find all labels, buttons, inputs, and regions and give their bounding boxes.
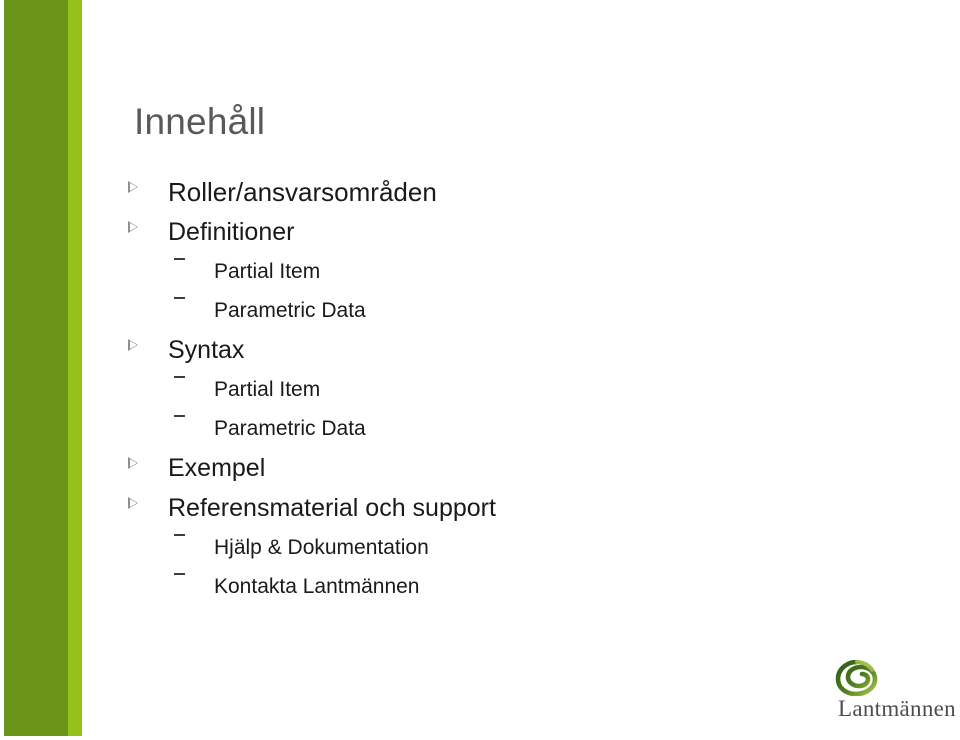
outline-item-level2: Partial Item <box>128 370 888 409</box>
outline-item-label: Parametric Data <box>214 417 366 440</box>
outline-item-label: Referensmaterial och support <box>168 494 496 522</box>
logo-wordmark: Lantmännen <box>838 696 956 721</box>
outline-item-level2: Kontakta Lantmännen <box>128 567 888 606</box>
outline-item-label: Hjälp & Dokumentation <box>214 536 429 559</box>
outline-item-label: Roller/ansvarsområden <box>168 177 437 207</box>
outline-item-label: Partial Item <box>214 378 321 401</box>
outline-item-level2: Partial Item <box>128 252 888 291</box>
slide-canvas: Innehåll Roller/ansvarsområden Definitio… <box>0 0 960 740</box>
triangle-outline-bullet-icon <box>128 448 168 469</box>
outline-item-label: Exempel <box>168 454 266 482</box>
triangle-outline-bullet-icon <box>128 172 168 193</box>
outline-item-label: Partial Item <box>214 260 321 283</box>
outline-item-level1: Roller/ansvarsområden <box>128 172 888 212</box>
triangle-outline-bullet-icon <box>128 212 168 233</box>
outline-item-level1: Exempel <box>128 448 888 488</box>
outline-item-level1: Definitioner <box>128 212 888 252</box>
left-accent-bar-light <box>68 0 82 736</box>
outline-item-level1: Referensmaterial och support <box>128 488 888 528</box>
outline-item-label: Kontakta Lantmännen <box>214 575 420 598</box>
dash-bullet-icon <box>174 252 214 260</box>
lantmannen-spiral-logo-icon <box>835 660 878 696</box>
dash-bullet-icon <box>174 409 214 417</box>
dash-bullet-icon <box>174 370 214 378</box>
outline-list: Roller/ansvarsområden Definitioner Parti… <box>128 172 888 606</box>
outline-item-level2: Parametric Data <box>128 409 888 448</box>
left-accent-bar-dark <box>4 0 68 736</box>
outline-item-label: Syntax <box>168 336 245 364</box>
dash-bullet-icon <box>174 528 214 536</box>
triangle-outline-bullet-icon <box>128 488 168 509</box>
company-logo: Lantmännen <box>832 660 960 730</box>
slide-title: Innehåll <box>134 101 266 142</box>
outline-item-level1: Syntax <box>128 330 888 370</box>
outline-item-level2: Hjälp & Dokumentation <box>128 528 888 567</box>
outline-item-level2: Parametric Data <box>128 291 888 330</box>
outline-item-label: Definitioner <box>168 218 295 246</box>
triangle-outline-bullet-icon <box>128 330 168 351</box>
dash-bullet-icon <box>174 567 214 575</box>
dash-bullet-icon <box>174 291 214 299</box>
outline-item-label: Parametric Data <box>214 299 366 322</box>
